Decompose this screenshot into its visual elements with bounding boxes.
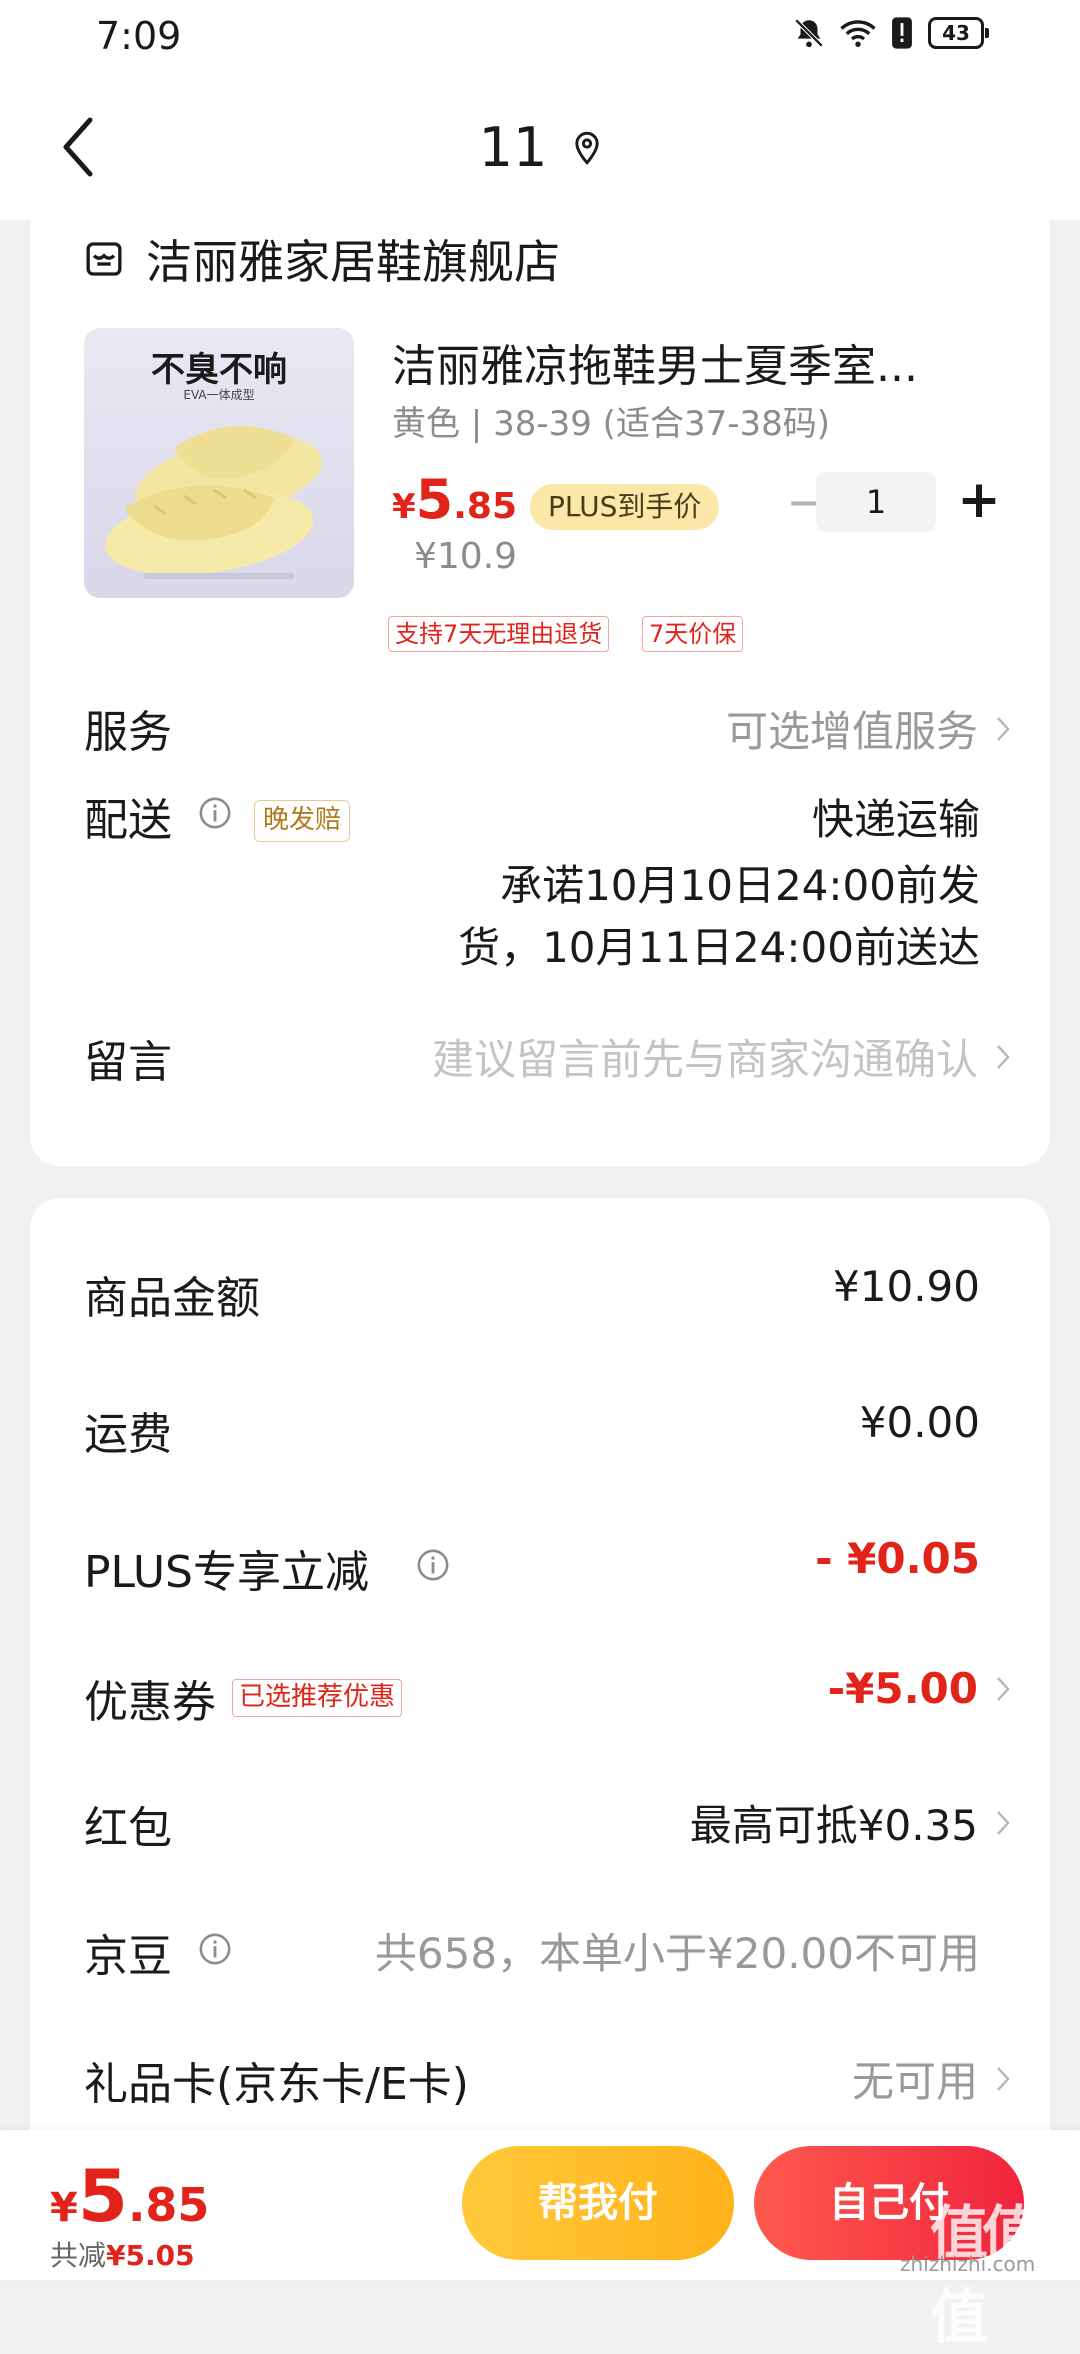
coupon-row[interactable]: -¥5.00 bbox=[828, 1664, 1010, 1713]
red-packet-label: 红包 bbox=[84, 1803, 172, 1854]
price-summary-card: 商品金额 ¥10.90 运费 ¥0.00 PLUS专享立减 - ¥0.05 优惠… bbox=[30, 1198, 1050, 2280]
red-packet-value: 最高可抵¥0.35 bbox=[689, 1801, 978, 1850]
shipping-value: ¥0.00 bbox=[859, 1398, 980, 1447]
plus-discount-label: PLUS专享立减 bbox=[84, 1547, 369, 1598]
product-price: ¥5.85 bbox=[392, 468, 517, 531]
battery-icon: 43 bbox=[928, 17, 989, 49]
watermark-site: zhizhizhi.com bbox=[900, 2252, 1036, 2276]
message-placeholder: 建议留言前先与商家沟通确认 bbox=[431, 1035, 978, 1084]
shipping-label: 运费 bbox=[84, 1409, 172, 1460]
coupon-value: -¥5.00 bbox=[827, 1664, 978, 1713]
nav-title: 11 bbox=[478, 116, 548, 179]
bell-muted-icon bbox=[794, 18, 824, 48]
alert-icon bbox=[892, 17, 912, 49]
status-time: 7:09 bbox=[96, 14, 182, 58]
coupon-label: 优惠券 bbox=[84, 1677, 216, 1728]
original-price: ¥10.9 bbox=[414, 536, 518, 577]
info-icon[interactable] bbox=[198, 796, 232, 830]
gift-card-row[interactable]: 无可用 bbox=[852, 2048, 1010, 2109]
delivery-label: 配送 bbox=[84, 795, 172, 846]
price-currency: ¥ bbox=[392, 487, 416, 527]
chevron-right-icon bbox=[997, 1676, 1010, 1701]
price-integer: 5 bbox=[415, 468, 454, 531]
message-label: 留言 bbox=[84, 1037, 172, 1088]
info-icon[interactable] bbox=[416, 1548, 450, 1582]
saved-value: ¥5.05 bbox=[106, 2239, 195, 2272]
goods-amount-label: 商品金额 bbox=[84, 1273, 260, 1324]
product-spec[interactable]: 黄色 | 38-39 (适合37-38码) bbox=[392, 396, 830, 445]
gift-card-label: 礼品卡(京东卡/E卡) bbox=[84, 2059, 469, 2110]
plus-discount-value: - ¥0.05 bbox=[815, 1534, 980, 1583]
total-currency: ¥ bbox=[50, 2185, 78, 2231]
plus-price-badge: PLUS到手价 bbox=[530, 484, 720, 530]
quantity-input[interactable]: 1 bbox=[816, 472, 936, 532]
coupon-recommended-badge: 已选推荐优惠 bbox=[232, 1679, 403, 1717]
goods-amount-value: ¥10.90 bbox=[833, 1262, 980, 1311]
location-pin-icon[interactable] bbox=[573, 131, 601, 165]
late-compensation-badge: 晚发赔 bbox=[254, 800, 351, 842]
delivery-promise-line1: 承诺10月10日24:00前发 bbox=[500, 861, 980, 910]
slipper-illustration bbox=[104, 426, 323, 579]
service-row[interactable]: 可选增值服务 bbox=[726, 698, 1010, 759]
price-decimal: .85 bbox=[453, 486, 518, 527]
chevron-right-icon bbox=[997, 1810, 1010, 1835]
info-icon[interactable] bbox=[198, 1932, 232, 1966]
status-icons: 43 bbox=[792, 16, 989, 50]
chevron-right-icon bbox=[997, 1044, 1010, 1069]
total-integer: 5 bbox=[77, 2154, 128, 2238]
product-title[interactable]: 洁丽雅凉拖鞋男士夏季室... bbox=[392, 330, 992, 394]
status-bar: 7:09 43 bbox=[0, 0, 1080, 72]
store-row[interactable]: 洁丽雅家居鞋旗舰店 bbox=[84, 226, 560, 292]
product-image[interactable]: 不臭不响 EVA一体成型 bbox=[84, 328, 354, 598]
store-icon bbox=[86, 242, 122, 276]
nav-title-wrap: 11 bbox=[0, 116, 1080, 179]
order-card: 洁丽雅家居鞋旗舰店 不臭不响 EVA一体成型 洁丽雅凉拖鞋男士夏季室... 黄色… bbox=[30, 200, 1050, 1166]
red-packet-row[interactable]: 最高可抵¥0.35 bbox=[690, 1792, 1010, 1853]
coupon-label-group: 优惠券 已选推荐优惠 bbox=[84, 1666, 403, 1730]
saved-label: 共减 bbox=[50, 2239, 107, 2272]
help-me-pay-button[interactable]: 帮我付 bbox=[462, 2146, 734, 2260]
jingdou-value: 共658，本单小于¥20.00不可用 bbox=[374, 1929, 980, 1978]
wifi-icon bbox=[840, 20, 876, 47]
jingdou-label: 京豆 bbox=[84, 1931, 172, 1982]
delivery-method[interactable]: 快递运输 bbox=[812, 786, 980, 847]
total-price: ¥5.85 bbox=[50, 2154, 209, 2238]
gift-card-value: 无可用 bbox=[851, 2057, 978, 2106]
chevron-right-icon bbox=[997, 2066, 1010, 2091]
service-label: 服务 bbox=[84, 707, 172, 758]
service-value: 可选增值服务 bbox=[725, 707, 978, 756]
return-policy-tag: 支持7天无理由退货 bbox=[388, 616, 610, 652]
total-decimal: .85 bbox=[127, 2178, 210, 2232]
store-name: 洁丽雅家居鞋旗舰店 bbox=[146, 235, 560, 289]
quantity-plus-button[interactable]: + bbox=[954, 468, 1004, 532]
delivery-promise-line2: 货，10月11日24:00前送达 bbox=[458, 923, 980, 972]
message-input[interactable]: 建议留言前先与商家沟通确认 bbox=[432, 1026, 1010, 1087]
price-protect-tag: 7天价保 bbox=[642, 616, 744, 652]
total-saved: 共减¥5.05 bbox=[50, 2234, 195, 2274]
nav-bar: 11 bbox=[0, 72, 1080, 220]
chevron-right-icon bbox=[997, 716, 1010, 741]
